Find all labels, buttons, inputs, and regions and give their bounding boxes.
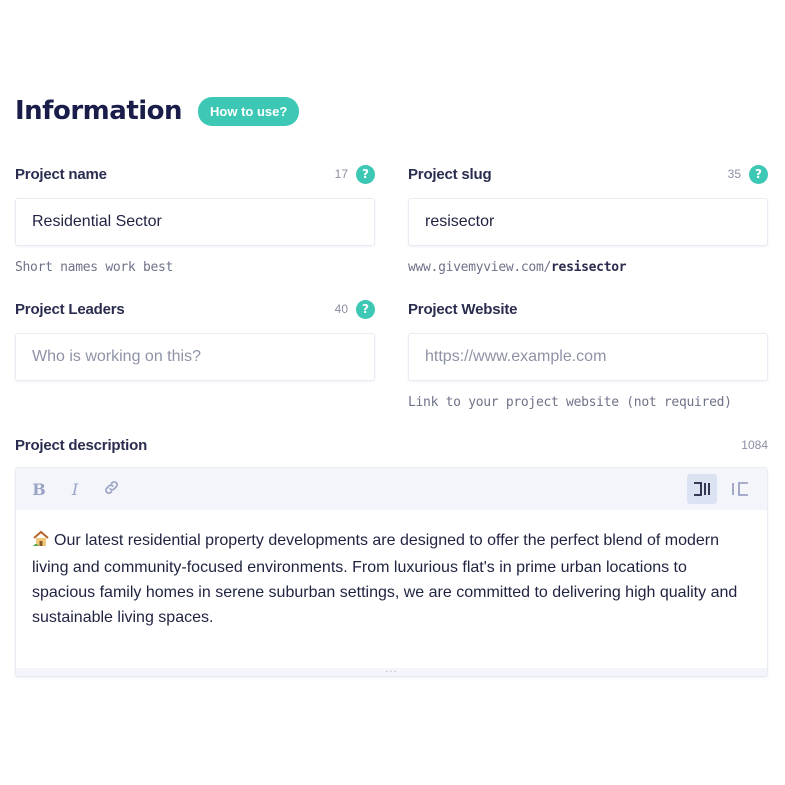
project-name-input[interactable] [15, 198, 375, 246]
bold-button[interactable]: B [30, 480, 48, 499]
ltr-icon[interactable] [687, 474, 717, 504]
project-name-label: Project name [15, 165, 107, 183]
project-slug-input[interactable] [408, 198, 768, 246]
editor-content[interactable]: Our latest residential property developm… [16, 510, 767, 668]
project-slug-count: 35 [727, 167, 741, 181]
resize-dots: ··· [385, 666, 398, 677]
project-leaders-count: 40 [334, 302, 348, 316]
project-leaders-input[interactable] [15, 333, 375, 381]
editor-toolbar: B I [16, 468, 767, 510]
project-website-hint: Link to your project website (not requir… [408, 395, 732, 410]
rtl-icon[interactable] [725, 474, 755, 504]
how-to-use-button[interactable]: How to use? [198, 96, 300, 126]
project-leaders-label: Project Leaders [15, 300, 125, 318]
project-slug-label: Project slug [408, 165, 492, 183]
header: Information How to use? [15, 96, 300, 126]
project-description-count: 1084 [741, 438, 768, 452]
project-description-field: Project description 1084 B I Our latest … [15, 435, 768, 677]
project-description-label: Project description [15, 436, 148, 454]
project-name-field: Project name 17 ? Short names work best [15, 164, 375, 275]
project-website-field: Project Website Link to your project web… [408, 299, 768, 410]
help-icon[interactable]: ? [356, 164, 375, 184]
project-leaders-field: Project Leaders 40 ? [15, 299, 375, 381]
resize-handle[interactable]: ··· [16, 666, 767, 677]
project-name-count: 17 [334, 167, 348, 181]
project-slug-hint: www.givemyview.com/resisector [408, 260, 768, 275]
slug-url-prefix: www.givemyview.com/ [408, 260, 552, 275]
project-website-input[interactable] [408, 333, 768, 381]
project-name-hint: Short names work best [15, 260, 174, 275]
help-icon[interactable]: ? [356, 299, 375, 319]
project-slug-field: Project slug 35 ? www.givemyview.com/res… [408, 164, 768, 275]
italic-button[interactable]: I [66, 480, 84, 499]
slug-url-slug: resisector [551, 260, 627, 275]
house-icon [32, 530, 50, 555]
link-icon[interactable] [102, 479, 120, 500]
rich-text-editor: B I Our latest residential property deve… [15, 467, 768, 677]
description-text: Our latest residential property developm… [32, 532, 738, 626]
help-icon[interactable]: ? [749, 164, 768, 184]
page-title: Information [15, 96, 183, 126]
project-website-label: Project Website [408, 300, 518, 318]
